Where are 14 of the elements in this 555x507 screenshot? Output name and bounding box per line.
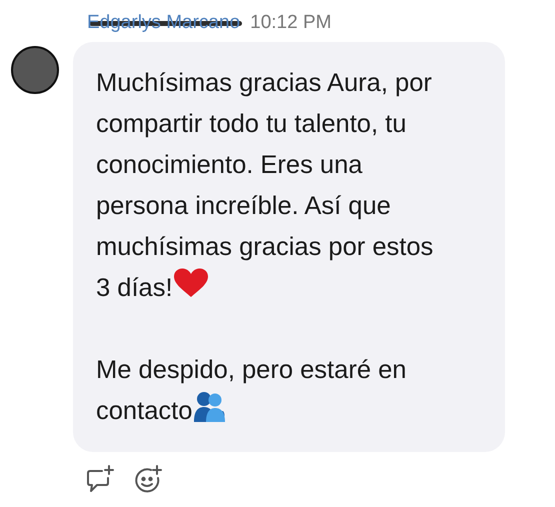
- message-line: 3 días!: [96, 274, 173, 302]
- add-reaction-icon[interactable]: [134, 465, 164, 493]
- message-line: conocimiento. Eres una: [96, 151, 362, 179]
- people-hugging-icon: [192, 391, 226, 423]
- heart-icon: [172, 268, 209, 298]
- message-line: persona increíble. Así que: [96, 192, 391, 220]
- avatar: [11, 46, 59, 94]
- message-line: Muchísimas gracias Aura, por: [96, 69, 432, 97]
- message-line: muchísimas gracias por estos: [96, 233, 434, 261]
- message-line: contacto: [96, 397, 192, 425]
- message-time: 10:12 PM: [250, 12, 332, 34]
- message-line: Me despido, pero estaré en: [96, 356, 406, 384]
- add-reply-icon[interactable]: [86, 465, 116, 493]
- message-line: compartir todo tu talento, tu: [96, 110, 406, 138]
